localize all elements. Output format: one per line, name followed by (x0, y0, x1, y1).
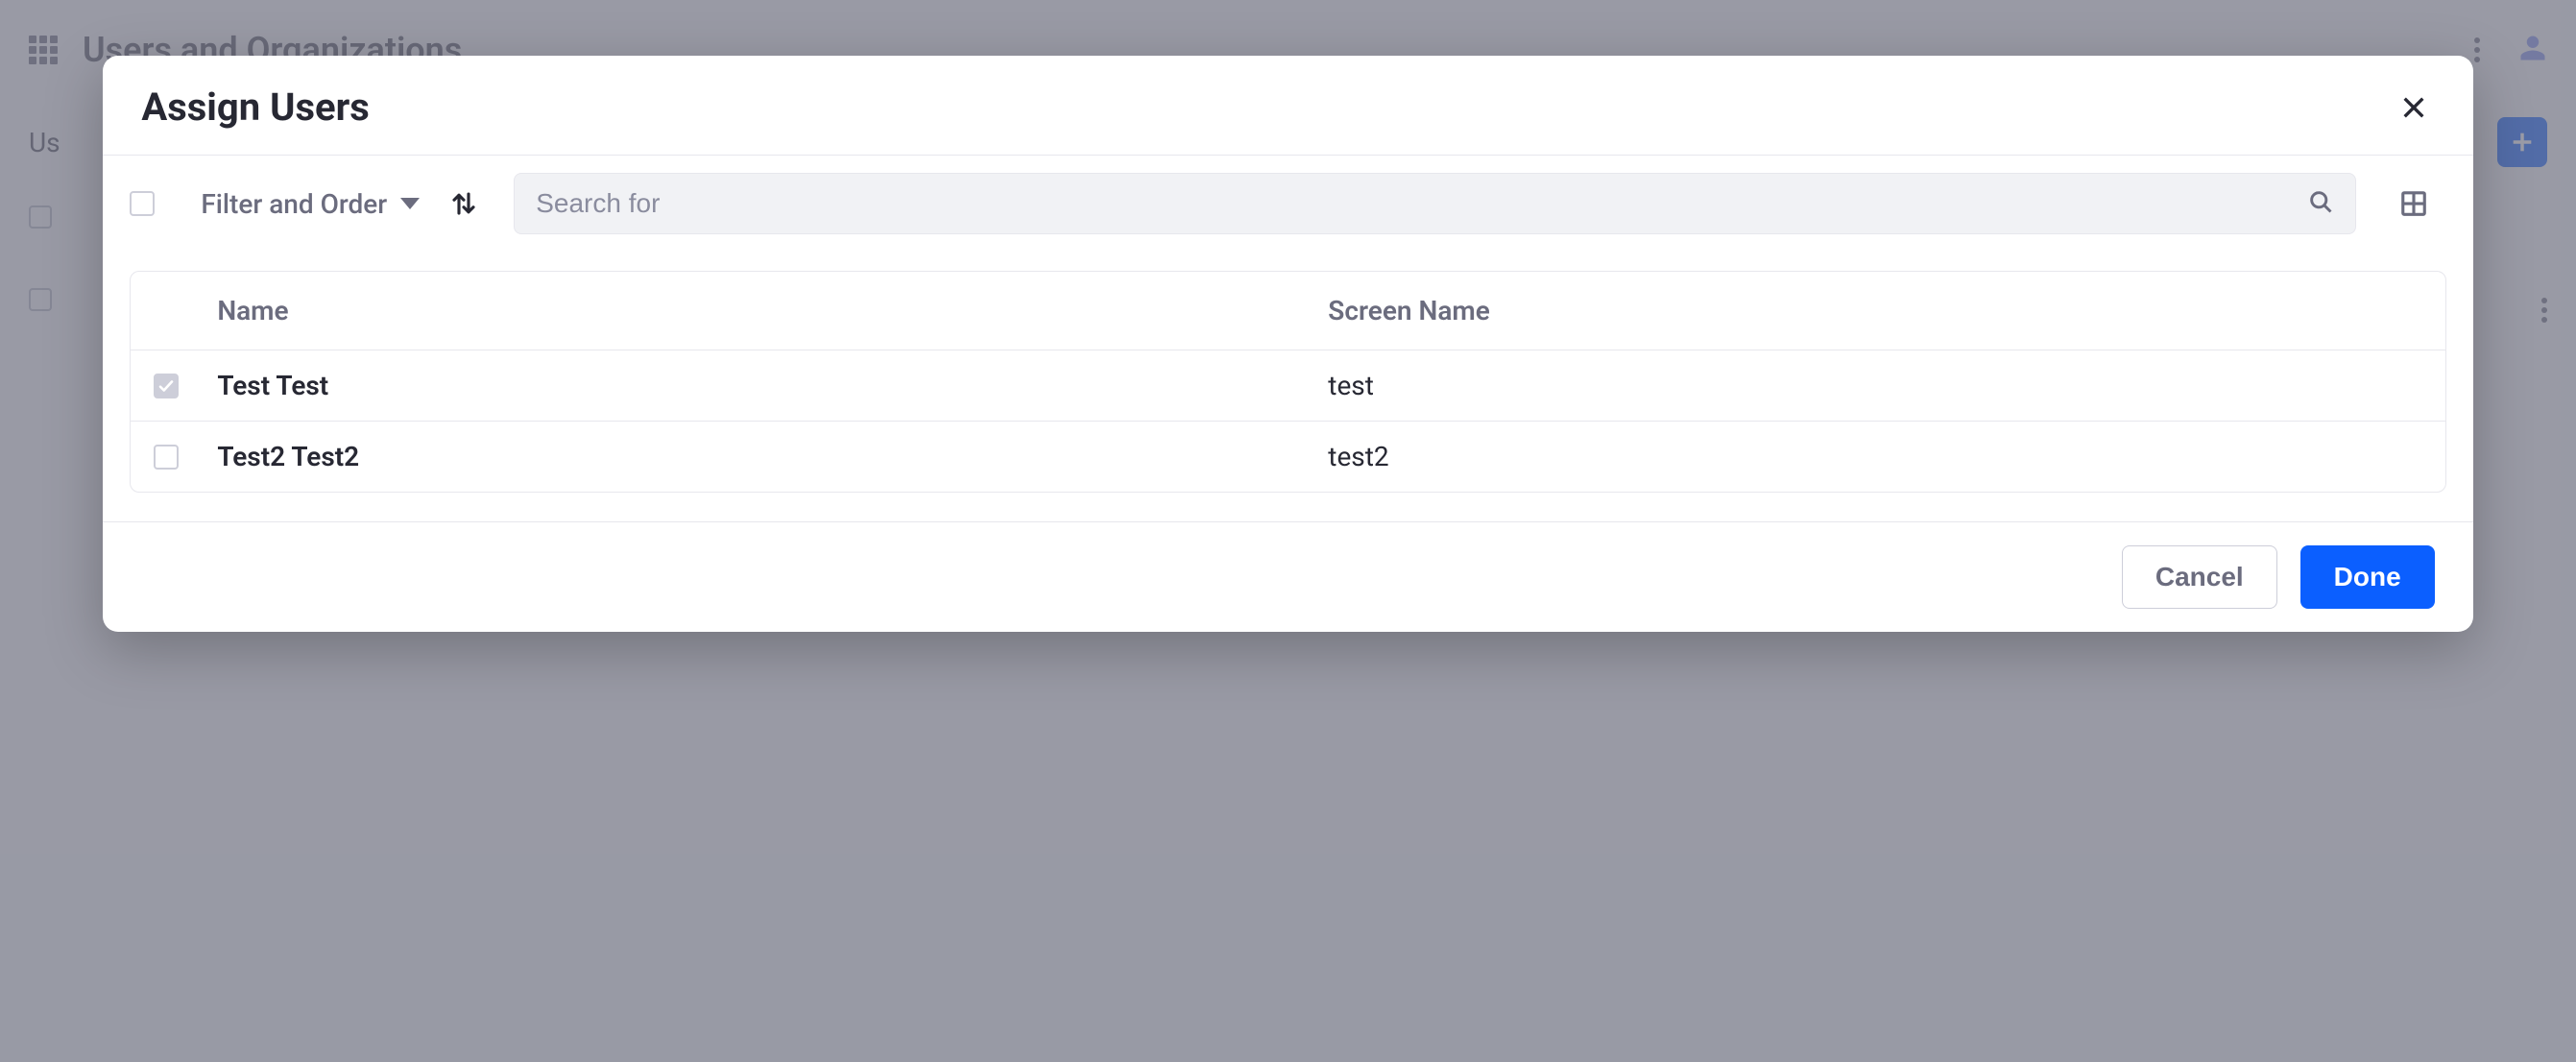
close-icon (2398, 92, 2429, 123)
modal-header: Assign Users (103, 56, 2472, 156)
cancel-button[interactable]: Cancel (2122, 545, 2277, 609)
user-screen-name-cell: test2 (1309, 422, 2444, 493)
modal-title: Assign Users (141, 84, 369, 130)
sort-button[interactable] (443, 182, 485, 225)
column-header-screen-name[interactable]: Screen Name (1309, 272, 2444, 350)
row-checkbox[interactable] (154, 445, 179, 470)
filter-order-label: Filter and Order (201, 188, 387, 220)
search-input[interactable] (536, 188, 2306, 219)
user-name-cell: Test Test (198, 350, 1309, 422)
close-button[interactable] (2393, 86, 2435, 129)
column-header-name[interactable]: Name (198, 272, 1309, 350)
search-field[interactable] (514, 173, 2355, 234)
caret-down-icon (400, 198, 420, 209)
assign-users-modal: Assign Users Filter and Order (103, 56, 2472, 632)
modal-overlay: Assign Users Filter and Order (0, 0, 2576, 1062)
user-name-cell: Test2 Test2 (198, 422, 1309, 493)
grid-icon (2399, 189, 2428, 218)
user-screen-name-cell: test (1309, 350, 2444, 422)
modal-toolbar: Filter and Order (103, 156, 2472, 252)
grid-view-button[interactable] (2393, 182, 2435, 225)
modal-footer: Cancel Done (103, 521, 2472, 632)
users-table: Name Screen Name Test TesttestTest2 Test… (130, 271, 2445, 493)
table-header-row: Name Screen Name (131, 272, 2444, 350)
done-button[interactable]: Done (2300, 545, 2435, 609)
row-checkbox[interactable] (154, 374, 179, 398)
filter-order-dropdown[interactable]: Filter and Order (201, 188, 420, 220)
table-row[interactable]: Test2 Test2test2 (131, 422, 2444, 493)
sort-arrows-icon (449, 189, 478, 218)
search-icon (2307, 188, 2334, 219)
select-all-checkbox[interactable] (130, 191, 155, 216)
table-row[interactable]: Test Testtest (131, 350, 2444, 422)
